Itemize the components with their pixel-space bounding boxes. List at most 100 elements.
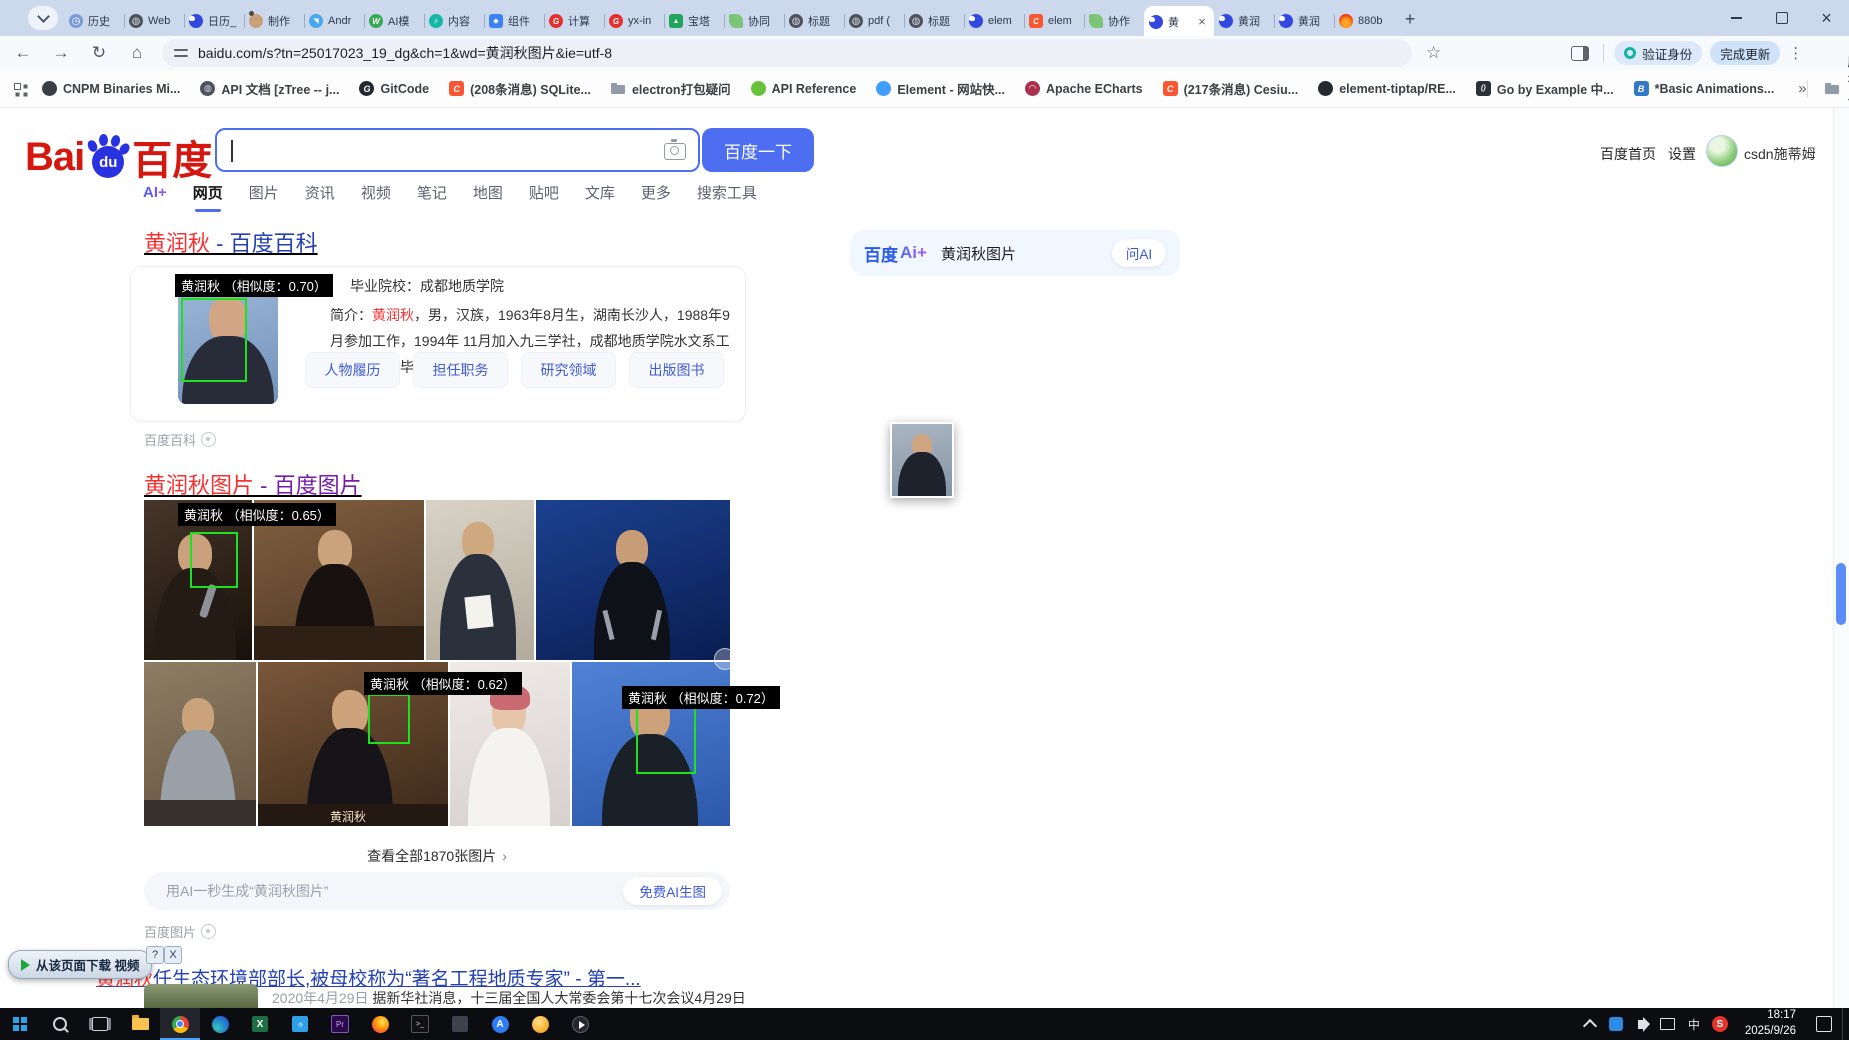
baidu-ai-panel[interactable]: 百度 Ai+ 黄润秋图片 问AI [850, 230, 1180, 276]
view-all-images-link[interactable]: 查看全部1870张图片 [144, 846, 730, 866]
scrollbar-track[interactable] [1833, 108, 1849, 1008]
browser-tab[interactable]: 黄润 [1214, 6, 1274, 36]
browser-tab[interactable]: 计算 [544, 6, 604, 36]
browser-tab[interactable]: 黄润 [1274, 6, 1334, 36]
source-images[interactable]: 百度图片 [144, 922, 216, 941]
home-button[interactable]: ⌂ [122, 39, 152, 67]
nav-tab-notes[interactable]: 笔记 [417, 182, 447, 203]
bookmark-item[interactable]: Apache ECharts [1025, 81, 1143, 96]
taskbar-search-button[interactable] [40, 1008, 80, 1040]
new-tab-button[interactable] [1398, 7, 1422, 31]
action-center-icon[interactable] [1816, 1016, 1832, 1032]
browser-tab[interactable]: 历史 [64, 6, 124, 36]
scrollbar-thumb[interactable] [1836, 563, 1846, 625]
browser-tab[interactable]: 日历_ [184, 6, 244, 36]
source-baike[interactable]: 百度百科 [144, 430, 216, 449]
user-avatar[interactable] [1706, 135, 1738, 167]
bookmark-item[interactable]: Element - 网站快... [876, 79, 1005, 98]
minimize-button[interactable] [1714, 0, 1759, 36]
terminal-taskbar-button[interactable] [400, 1008, 440, 1040]
nav-tab-tieba[interactable]: 贴吧 [529, 182, 559, 203]
download-help-button[interactable]: ? [146, 946, 164, 964]
premiere-taskbar-button[interactable] [320, 1008, 360, 1040]
chrome-taskbar-button[interactable] [160, 1008, 200, 1040]
url-text[interactable]: baidu.com/s?tn=25017023_19_dg&ch=1&wd=黄润… [198, 43, 612, 63]
tab-close-icon[interactable] [1195, 15, 1209, 29]
browser-tab-active[interactable]: 黄 [1144, 6, 1214, 38]
apps-grid-icon[interactable] [14, 83, 26, 95]
bookmark-item[interactable]: (208条消息) SQLite... [449, 79, 591, 98]
download-close-button[interactable]: X [164, 946, 182, 964]
tray-blue-app[interactable] [1603, 1008, 1629, 1040]
search-input[interactable] [215, 128, 700, 172]
tab-search-chevron-icon[interactable] [28, 6, 58, 30]
browser-tab[interactable]: pdf ( [844, 6, 904, 36]
bookmark-item[interactable]: GitCode [359, 81, 429, 96]
image-result[interactable] [426, 500, 534, 660]
result-title-baike[interactable]: 黄润秋 - 百度百科 [144, 226, 318, 258]
browser-tab[interactable]: AI模 [364, 6, 424, 36]
browser-tab[interactable]: elem [1024, 6, 1084, 36]
ime-indicator[interactable]: 中 [1681, 1008, 1707, 1040]
browser-tab[interactable]: 标题 [904, 6, 964, 36]
floating-thumbnail[interactable] [890, 422, 954, 498]
yellow-app-taskbar-button[interactable] [520, 1008, 560, 1040]
image-result[interactable] [144, 662, 256, 826]
tray-expand-button[interactable] [1577, 1008, 1603, 1040]
nav-tab-news[interactable]: 资讯 [305, 182, 335, 203]
nav-tab-web-active[interactable]: 网页 [193, 182, 223, 203]
bookmark-item[interactable]: (217条消息) Cesiu... [1163, 79, 1299, 98]
nav-tab-video[interactable]: 视频 [361, 182, 391, 203]
result-title-images[interactable]: 黄润秋图片 - 百度图片 [144, 468, 362, 500]
network-button[interactable] [1655, 1008, 1681, 1040]
browser-tab[interactable]: 标题 [784, 6, 844, 36]
nav-tab-tools[interactable]: 搜索工具 [697, 182, 757, 203]
reload-button[interactable]: ↻ [84, 39, 114, 67]
bookmark-star-icon[interactable] [1426, 43, 1441, 63]
nav-tab-more[interactable]: 更多 [641, 182, 671, 203]
task-view-button[interactable] [80, 1008, 120, 1040]
media-player-taskbar-button[interactable] [560, 1008, 600, 1040]
browser-tab[interactable]: 组件 [484, 6, 544, 36]
bookmark-item[interactable]: CNPM Binaries Mi... [42, 81, 180, 96]
maximize-button[interactable] [1759, 0, 1804, 36]
bookmark-item[interactable]: API Reference [751, 81, 857, 96]
browser-tab[interactable]: 制作 [244, 6, 304, 36]
baike-button-resume[interactable]: 人物履历 [305, 352, 400, 388]
camera-search-icon[interactable] [664, 143, 686, 160]
show-desktop-button[interactable] [1842, 1008, 1849, 1040]
start-button[interactable] [0, 1008, 40, 1040]
forward-button[interactable]: → [46, 39, 76, 67]
browser-tab[interactable]: Andr [304, 6, 364, 36]
browser-tab[interactable]: 880b [1334, 6, 1394, 36]
blue-a-app-taskbar-button[interactable] [480, 1008, 520, 1040]
window-close-button[interactable] [1804, 0, 1849, 36]
browser-tab[interactable]: 内容 [424, 6, 484, 36]
bookmark-item[interactable]: API 文档 [zTree -- j... [200, 79, 339, 98]
finish-update-chip[interactable]: 完成更新 [1710, 41, 1780, 65]
sogou-tray-button[interactable]: S [1707, 1008, 1733, 1040]
site-settings-icon[interactable] [174, 47, 188, 59]
nav-tab-maps[interactable]: 地图 [473, 182, 503, 203]
nav-tab-ai[interactable]: AI+ [143, 184, 167, 201]
settings-link[interactable]: 设置 [1668, 144, 1696, 164]
baidu-search-button[interactable]: 百度一下 [702, 128, 814, 172]
dark-app-taskbar-button[interactable] [440, 1008, 480, 1040]
browser-tab[interactable]: 宝塔 [664, 6, 724, 36]
vscode-taskbar-button[interactable] [280, 1008, 320, 1040]
firefox-taskbar-button[interactable] [360, 1008, 400, 1040]
bookmarks-overflow-icon[interactable] [1798, 80, 1806, 97]
bookmark-item[interactable]: element-tiptap/RE... [1318, 81, 1456, 96]
username-label[interactable]: csdn施蒂姆 [1744, 144, 1816, 164]
browser-tab[interactable]: yx-in [604, 6, 664, 36]
bookmark-item[interactable]: Go by Example 中... [1476, 79, 1614, 98]
ask-ai-button[interactable]: 问AI [1112, 239, 1166, 267]
baidu-home-link[interactable]: 百度首页 [1600, 144, 1656, 164]
baike-button-position[interactable]: 担任职务 [413, 352, 508, 388]
download-video-bar[interactable]: 从该页面下载 视频 [8, 950, 152, 979]
edge-taskbar-button[interactable] [200, 1008, 240, 1040]
ai-generate-bar[interactable]: 用AI一秒生成“黄润秋图片” 免费AI生图 [144, 872, 730, 910]
browser-tab[interactable]: Web [124, 6, 184, 36]
browser-tab[interactable]: elem [964, 6, 1024, 36]
address-bar[interactable]: baidu.com/s?tn=25017023_19_dg&ch=1&wd=黄润… [162, 39, 1412, 67]
